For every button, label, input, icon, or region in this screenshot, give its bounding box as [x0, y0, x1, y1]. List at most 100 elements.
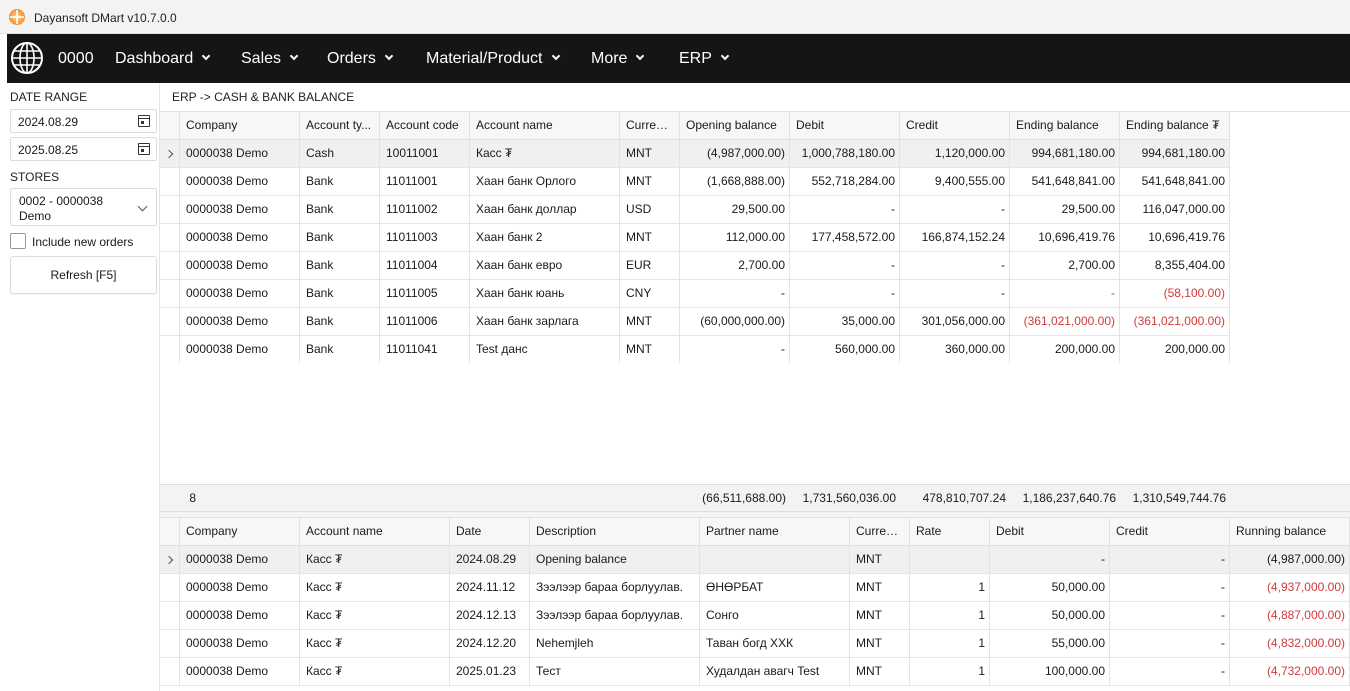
store-code[interactable]: 0000: [58, 50, 94, 68]
table-cell[interactable]: 10,696,419.76: [1120, 224, 1230, 252]
table-row[interactable]: 0000038 Demo Касс ₮ 2024.12.13 Зээлээр бара…: [160, 602, 1350, 630]
table-cell[interactable]: 1: [910, 630, 990, 658]
table-cell[interactable]: Сонго: [700, 602, 850, 630]
column-header[interactable]: Description: [530, 518, 700, 546]
table-cell[interactable]: (361,021,000.00): [1120, 308, 1230, 336]
table-cell[interactable]: 552,718,284.00: [790, 168, 900, 196]
table-row[interactable]: 0000038 Demo Касс ₮ 2024.08.29 Opening bala…: [160, 546, 1350, 574]
include-new-orders-checkbox[interactable]: [10, 233, 26, 249]
table-cell[interactable]: -: [1010, 280, 1120, 308]
column-header[interactable]: Account code: [380, 112, 470, 140]
table-cell[interactable]: 0000038 Demo: [180, 574, 300, 602]
table-cell[interactable]: 11011004: [380, 252, 470, 280]
table-cell[interactable]: 1,000,788,180.00: [790, 140, 900, 168]
table-cell[interactable]: (4,987,000.00): [1230, 546, 1350, 574]
table-cell[interactable]: Cash: [300, 140, 380, 168]
table-cell[interactable]: 1: [910, 602, 990, 630]
table-cell[interactable]: 1: [910, 658, 990, 686]
table-cell[interactable]: 177,458,572.00: [790, 224, 900, 252]
table-cell[interactable]: 2,700.00: [680, 252, 790, 280]
table-cell[interactable]: 35,000.00: [790, 308, 900, 336]
table-cell[interactable]: Bank: [300, 252, 380, 280]
menu-orders[interactable]: Orders: [327, 50, 394, 68]
table-cell[interactable]: 10,696,419.76: [1010, 224, 1120, 252]
table-cell[interactable]: 116,047,000.00: [1120, 196, 1230, 224]
table-cell[interactable]: 112,000.00: [680, 224, 790, 252]
table-cell[interactable]: Касс ₮: [300, 602, 450, 630]
table-cell[interactable]: 0000038 Demo: [180, 336, 300, 364]
table-cell[interactable]: Test данс: [470, 336, 620, 364]
table-cell[interactable]: (4,732,000.00): [1230, 658, 1350, 686]
column-header[interactable]: Account name: [470, 112, 620, 140]
table-cell[interactable]: 541,648,841.00: [1120, 168, 1230, 196]
table-cell[interactable]: 0000038 Demo: [180, 546, 300, 574]
row-indicator[interactable]: [160, 140, 180, 168]
table-cell[interactable]: 994,681,180.00: [1120, 140, 1230, 168]
column-header[interactable]: Debit: [790, 112, 900, 140]
menu-erp[interactable]: ERP: [679, 50, 730, 68]
table-cell[interactable]: 200,000.00: [1010, 336, 1120, 364]
table-cell[interactable]: MNT: [850, 602, 910, 630]
column-header[interactable]: Account name: [300, 518, 450, 546]
table-cell[interactable]: 2024.12.20: [450, 630, 530, 658]
table-cell[interactable]: 0000038 Demo: [180, 602, 300, 630]
date-to-field[interactable]: 2025.08.25: [10, 137, 157, 161]
table-cell[interactable]: 11011006: [380, 308, 470, 336]
table-cell[interactable]: Bank: [300, 168, 380, 196]
table-row[interactable]: 0000038 Demo Касс ₮ 2024.12.20 Nehemjleh Тав…: [160, 630, 1350, 658]
column-header[interactable]: Rate: [910, 518, 990, 546]
table-cell[interactable]: 11011003: [380, 224, 470, 252]
table-cell[interactable]: Худалдан авагч Test: [700, 658, 850, 686]
globe-logo-icon[interactable]: [10, 41, 44, 75]
table-cell[interactable]: 1,120,000.00: [900, 140, 1010, 168]
table-cell[interactable]: EUR: [620, 252, 680, 280]
row-indicator[interactable]: [160, 196, 180, 224]
table-row[interactable]: 0000038 Demo Касс ₮ 2025.01.23 Тест Худалдан…: [160, 658, 1350, 686]
table-cell[interactable]: -: [900, 196, 1010, 224]
table-cell[interactable]: 166,874,152.24: [900, 224, 1010, 252]
row-indicator[interactable]: [160, 574, 180, 602]
table-cell[interactable]: MNT: [850, 630, 910, 658]
table-cell[interactable]: 994,681,180.00: [1010, 140, 1120, 168]
column-header[interactable]: Currency: [620, 112, 680, 140]
table-cell[interactable]: 2025.01.23: [450, 658, 530, 686]
table-row[interactable]: 0000038 Demo Bank 11011006 Хаан банк зарлаг…: [160, 308, 1230, 336]
table-cell[interactable]: 2024.08.29: [450, 546, 530, 574]
table-cell[interactable]: Касс ₮: [300, 630, 450, 658]
table-cell[interactable]: -: [1110, 602, 1230, 630]
table-cell[interactable]: CNY: [620, 280, 680, 308]
table-cell[interactable]: (361,021,000.00): [1010, 308, 1120, 336]
table-cell[interactable]: Bank: [300, 308, 380, 336]
column-header[interactable]: Currency: [850, 518, 910, 546]
table-cell[interactable]: MNT: [620, 140, 680, 168]
table-cell[interactable]: Касс ₮: [300, 546, 450, 574]
table-cell[interactable]: 0000038 Demo: [180, 168, 300, 196]
table-cell[interactable]: MNT: [850, 546, 910, 574]
table-cell[interactable]: 11011005: [380, 280, 470, 308]
table-row[interactable]: 0000038 Demo Bank 11011001 Хаан банк Орлого…: [160, 168, 1230, 196]
column-header[interactable]: Partner name: [700, 518, 850, 546]
table-cell[interactable]: ӨНӨРБАТ: [700, 574, 850, 602]
table-cell[interactable]: 2024.11.12: [450, 574, 530, 602]
table-cell[interactable]: 29,500.00: [680, 196, 790, 224]
table-cell[interactable]: 0000038 Demo: [180, 252, 300, 280]
table-cell[interactable]: -: [790, 280, 900, 308]
column-header[interactable]: Company: [180, 518, 300, 546]
table-cell[interactable]: (1,668,888.00): [680, 168, 790, 196]
table-cell[interactable]: Хаан банк юань: [470, 280, 620, 308]
row-indicator[interactable]: [160, 168, 180, 196]
table-cell[interactable]: 360,000.00: [900, 336, 1010, 364]
table-cell[interactable]: Bank: [300, 280, 380, 308]
table-cell[interactable]: Bank: [300, 336, 380, 364]
table-cell[interactable]: (60,000,000.00): [680, 308, 790, 336]
table-cell[interactable]: -: [1110, 574, 1230, 602]
table-cell[interactable]: MNT: [620, 224, 680, 252]
table-cell[interactable]: (4,987,000.00): [680, 140, 790, 168]
table-cell[interactable]: -: [680, 336, 790, 364]
row-indicator[interactable]: [160, 280, 180, 308]
table-cell[interactable]: Таван богд ХХК: [700, 630, 850, 658]
table-cell[interactable]: MNT: [850, 574, 910, 602]
table-cell[interactable]: Opening balance: [530, 546, 700, 574]
table-cell[interactable]: 50,000.00: [990, 574, 1110, 602]
table-cell[interactable]: 2,700.00: [1010, 252, 1120, 280]
